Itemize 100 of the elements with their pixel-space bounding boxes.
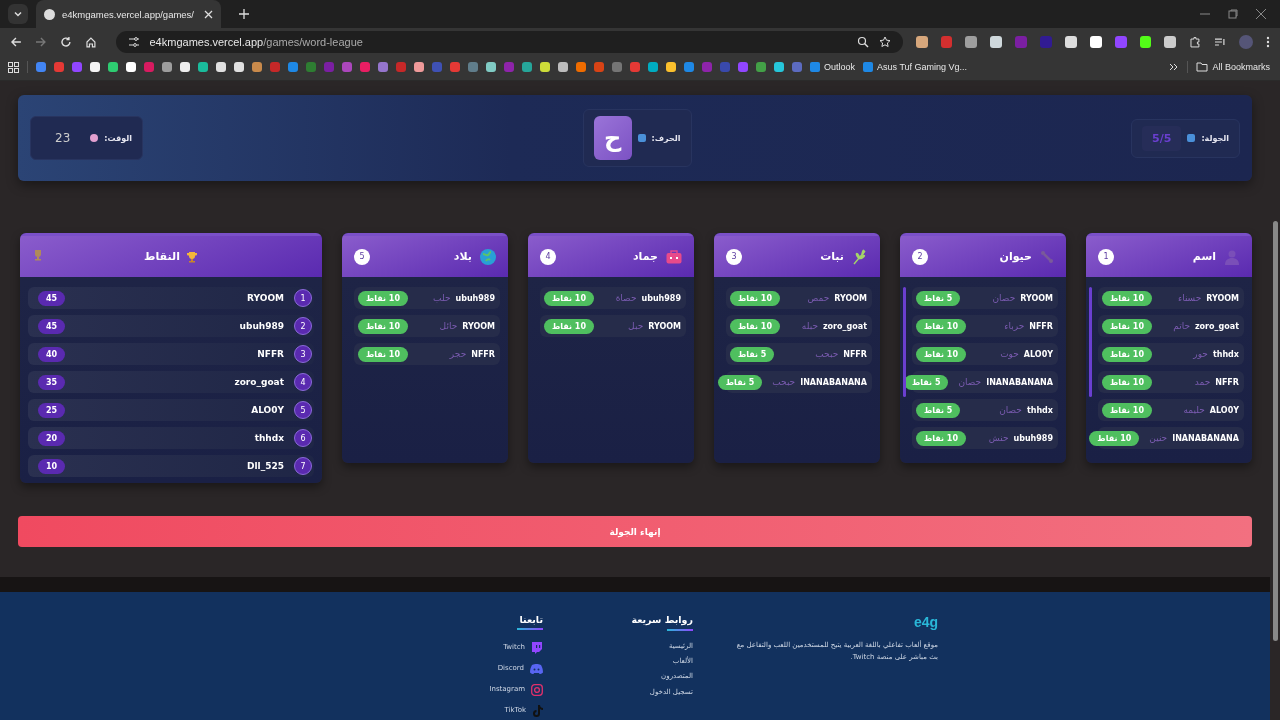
player-name: zoro_goat (822, 321, 867, 331)
player-name: RYOOM (648, 321, 681, 331)
answer-word: حمص (807, 293, 830, 303)
star-icon[interactable] (878, 36, 891, 48)
extension-icon[interactable] (1164, 36, 1177, 48)
player-name: INANABANANA (986, 377, 1053, 387)
folder-icon (1196, 62, 1209, 72)
score-pill: 10 (38, 458, 66, 474)
points-pill: 5 نقاط (916, 402, 961, 418)
points-pill: 10 نقاط (358, 318, 408, 334)
player-name: NFFR (471, 349, 495, 359)
player-name: zoro_goat (1194, 321, 1239, 331)
points-pill: 10 نقاط (544, 318, 594, 334)
points-pill: 5 نقاط (730, 346, 775, 362)
extension-icon[interactable] (990, 36, 1003, 48)
answer-word: حبحب (815, 349, 839, 359)
category-title: حيوان (999, 250, 1032, 263)
answer-word: حبل (628, 321, 644, 331)
points-pill: 10 نقاط (1102, 374, 1152, 390)
chevron-double-icon[interactable] (1169, 62, 1180, 72)
player-name: RYOOM (1206, 293, 1239, 303)
points-pill: 10 نقاط (1102, 290, 1152, 306)
extension-icon[interactable] (1139, 36, 1152, 48)
answer-word: حليمه (1183, 405, 1205, 415)
score-pill: 45 (38, 318, 66, 334)
reload-icon[interactable] (59, 36, 72, 48)
player-name: NFFR (1215, 377, 1239, 387)
apps-grid-icon[interactable] (8, 61, 19, 73)
url-text: e4kmgames.vercel.app/games/word-league (149, 36, 363, 48)
restore-icon[interactable] (1228, 9, 1238, 19)
player-name: zoro_goat (234, 377, 284, 387)
leaf-icon (852, 248, 868, 265)
all-bookmarks-link[interactable]: All Bookmarks (1196, 62, 1270, 72)
points-pill: 10 نقاط (1102, 346, 1152, 362)
player-name: RYOOM (1020, 293, 1053, 303)
scrollbar[interactable] (903, 287, 906, 397)
player-name: NFFR (843, 349, 867, 359)
brand-logo[interactable]: e4g (913, 614, 938, 630)
rank-badge: 7 (294, 457, 312, 475)
player-name: thhdx (254, 433, 284, 443)
points-pill: 10 نقاط (544, 290, 594, 306)
extension-icon[interactable] (1065, 36, 1077, 48)
letter-label: الحرف: (651, 133, 681, 143)
twitch-icon (531, 642, 543, 654)
discord-icon (530, 664, 543, 674)
points-pill: 5 نقاط (717, 374, 763, 390)
home-icon[interactable] (84, 36, 97, 48)
answer-word: حور (1193, 349, 1208, 359)
points-pill: 10 نقاط (1089, 430, 1140, 446)
tab-search-button[interactable] (8, 4, 28, 24)
score-pill: 40 (38, 346, 66, 362)
media-list-icon[interactable] (1214, 36, 1227, 48)
score-pill: 20 (38, 430, 66, 446)
timer-value: 23 (54, 130, 72, 147)
player-name: RYOOM (247, 293, 284, 303)
player-name: NFFR (1029, 321, 1053, 331)
bookmark-link[interactable]: Asus Tuf Gaming Vg... (863, 62, 968, 72)
back-arrow-icon[interactable] (10, 36, 22, 48)
trophy-icon (185, 250, 198, 263)
leaderboard-title: النقاط (144, 250, 180, 263)
player-name: ALO0Y (251, 405, 284, 415)
category-title: جماد (632, 250, 658, 263)
answer-word: حصان (999, 405, 1022, 415)
extension-icon[interactable] (1089, 36, 1102, 48)
rank-badge: 3 (294, 345, 312, 363)
points-pill: 10 نقاط (1102, 402, 1152, 418)
browser-tab[interactable]: e4kmgames.vercel.app/games/ (36, 0, 221, 28)
address-bar[interactable]: e4kmgames.vercel.app/games/word-league (115, 31, 903, 53)
zoom-icon[interactable] (856, 36, 869, 48)
chevron-down-icon[interactable] (13, 9, 23, 19)
points-pill: 10 نقاط (1102, 318, 1152, 334)
answer-word: حبله (801, 321, 818, 331)
points-pill: 10 نقاط (730, 318, 780, 334)
more-menu-icon[interactable] (1265, 36, 1270, 48)
extension-icon[interactable] (915, 36, 928, 48)
puzzle-icon[interactable] (1189, 36, 1202, 48)
round-value: 5/5 (1142, 125, 1182, 151)
timer-label: الوقت: (104, 133, 132, 143)
close-icon[interactable] (1256, 9, 1266, 19)
player-name: ubuh989 (239, 321, 284, 331)
score-pill: 45 (38, 290, 66, 306)
forward-arrow-icon[interactable] (34, 36, 47, 48)
toolbox-icon (666, 249, 682, 264)
answer-word: حصان (992, 293, 1016, 303)
section-title: تابعنا (519, 614, 543, 625)
player-name: ALO0Y (1209, 405, 1239, 415)
site-settings-icon[interactable] (127, 36, 140, 48)
scrollbar[interactable] (1089, 287, 1092, 397)
category-title: اسم (1192, 250, 1216, 263)
answer-word: حصاة (615, 293, 637, 303)
answer-word: حسناء (1177, 293, 1202, 303)
answer-word: حلب (433, 293, 451, 303)
player-name: ubuh989 (1013, 433, 1053, 443)
answer-word: حرباء (1004, 321, 1025, 331)
category-title: نبات (820, 250, 844, 263)
points-pill: 10 نقاط (916, 430, 966, 446)
bookmark-link[interactable]: Outlook (810, 62, 856, 72)
player-name: thhdx (1212, 349, 1239, 359)
rank-badge: 5 (294, 401, 312, 419)
plus-icon[interactable] (239, 9, 249, 19)
